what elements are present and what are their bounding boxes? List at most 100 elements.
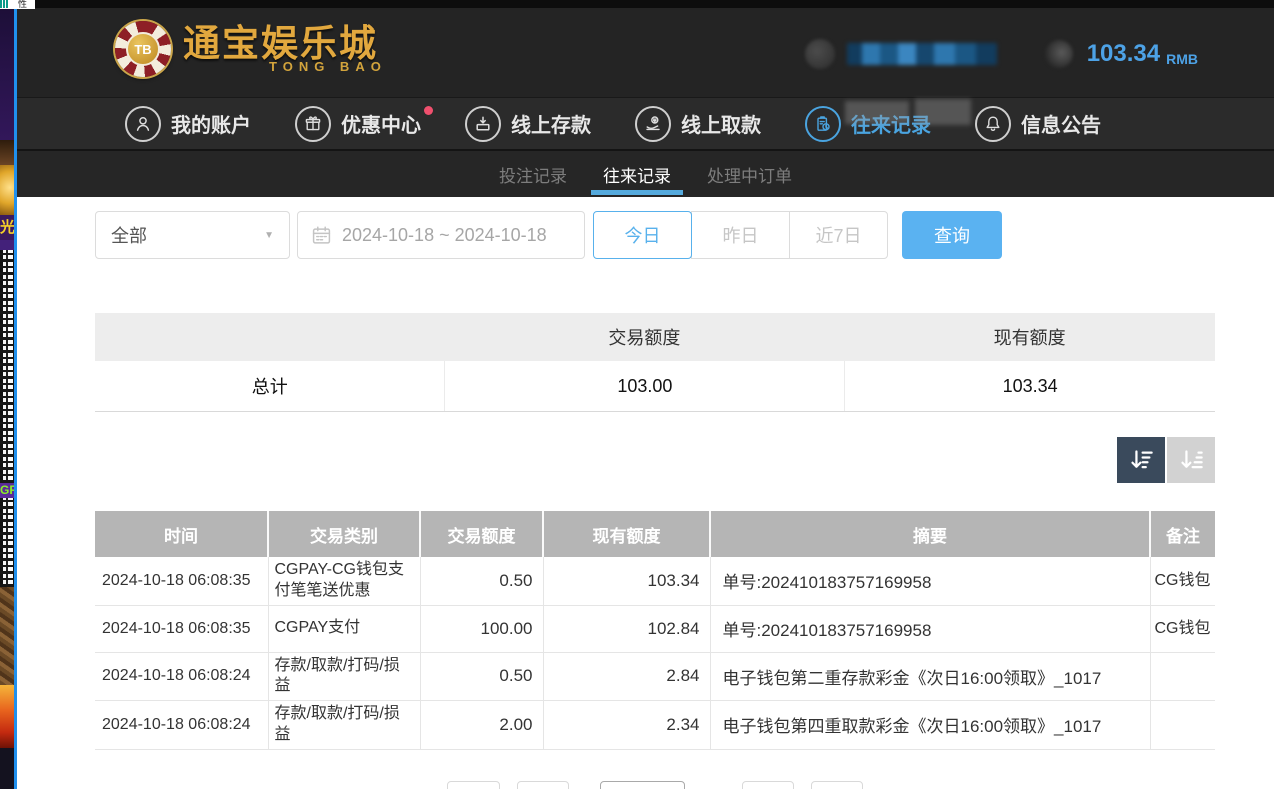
pagination-button-stub[interactable]	[811, 781, 863, 789]
main-nav: 我的账户 优惠中心	[17, 97, 1274, 149]
quick-date-group: 今日 昨日 近7日	[593, 211, 888, 259]
cell-summary: 电子钱包第四重取款彩金《次日16:00领取》_1017	[710, 701, 1150, 750]
cell-amount: 0.50	[420, 557, 543, 605]
nav-item-announcements[interactable]: 信息公告	[975, 106, 1101, 142]
type-select-value: 全部	[111, 222, 147, 248]
cell-note: CG钱包	[1150, 605, 1215, 652]
cell-summary: 电子钱包第二重存款彩金《次日16:00领取》_1017	[710, 652, 1150, 701]
bell-icon	[975, 106, 1011, 142]
nav-label: 信息公告	[1021, 109, 1101, 138]
tab-processing-orders[interactable]: 处理中订单	[707, 151, 792, 197]
pagination-button-stub[interactable]	[742, 781, 794, 789]
sort-descending-button[interactable]	[1117, 437, 1165, 483]
gift-icon	[295, 106, 331, 142]
records-icon	[805, 106, 841, 142]
cell-time: 2024-10-18 06:08:35	[95, 557, 268, 605]
balance-currency: RMB	[1166, 51, 1198, 69]
chevron-down-icon: ▼	[264, 230, 274, 241]
type-select[interactable]: 全部 ▼	[95, 211, 290, 259]
date-range-value: 2024-10-18 ~ 2024-10-18	[342, 225, 547, 246]
cell-balance: 2.84	[543, 652, 710, 701]
cell-type: 存款/取款/打码/损益	[268, 652, 420, 701]
tab-betting-records[interactable]: 投注记录	[499, 151, 567, 197]
nav-item-online-deposit[interactable]: 线上存款	[465, 106, 591, 142]
poker-chip-label: TB	[126, 32, 160, 66]
user-avatar-blurred[interactable]	[805, 39, 835, 69]
deposit-icon	[465, 106, 501, 142]
cell-time: 2024-10-18 06:08:24	[95, 652, 268, 701]
corner-glyph-fragment	[0, 0, 9, 8]
record-tabbar: 投注记录 往来记录 处理中订单	[17, 149, 1274, 197]
date-range-input[interactable]: 2024-10-18 ~ 2024-10-18	[297, 211, 585, 259]
column-header-balance: 现有额度	[543, 511, 710, 557]
redaction-blur-patch	[915, 99, 971, 125]
bg-segment-gold-coin	[0, 165, 14, 215]
summary-total-row: 总计 103.00 103.34	[95, 361, 1215, 412]
quick-button-last7days[interactable]: 近7日	[789, 211, 888, 259]
cell-type: CGPAY支付	[268, 605, 420, 652]
filter-row: 全部 ▼ 2024-10-18 ~ 2024-10-18	[95, 197, 1215, 259]
quick-button-today[interactable]: 今日	[593, 211, 692, 259]
pagination-button-stub[interactable]	[447, 781, 500, 789]
bg-segment-purple2	[0, 240, 14, 250]
redaction-blur-patch	[845, 101, 909, 124]
calendar-icon	[312, 226, 331, 245]
screen: 光 GR 性 TB 通宝娱乐城 TONG BAO	[0, 0, 1274, 789]
cell-summary: 单号:202410183757169958	[710, 605, 1150, 652]
nav-item-my-account[interactable]: 我的账户	[125, 106, 251, 142]
search-button[interactable]: 查询	[902, 211, 1002, 259]
bg-segment-wood	[0, 587, 14, 685]
username-blurred	[847, 43, 997, 65]
sort-controls	[95, 437, 1215, 483]
pagination	[95, 781, 1215, 789]
cell-summary: 单号:202410183757169958	[710, 557, 1150, 605]
pagination-page-select-stub[interactable]	[600, 781, 685, 789]
background-window-titlebar-fragment: 性	[0, 0, 35, 9]
sort-ascending-button[interactable]	[1167, 437, 1215, 483]
summary-header-transaction-amount: 交易额度	[444, 313, 844, 361]
cell-amount: 2.00	[420, 701, 543, 750]
nav-item-online-withdrawal[interactable]: 线上取款	[635, 106, 761, 142]
cell-time: 2024-10-18 06:08:24	[95, 701, 268, 750]
cell-type: 存款/取款/打码/损益	[268, 701, 420, 750]
summary-table: 交易额度 现有额度 总计 103.00 103.34	[95, 313, 1215, 412]
cell-amount: 0.50	[420, 652, 543, 701]
records-header-row: 时间 交易类别 交易额度 现有额度 摘要 备注	[95, 511, 1215, 557]
nav-label: 优惠中心	[341, 109, 421, 138]
table-row: 2024-10-18 06:08:24 存款/取款/打码/损益 2.00 2.3…	[95, 701, 1215, 750]
site-header: TB 通宝娱乐城 TONG BAO 103.34 RMB	[17, 8, 1274, 97]
nav-item-promotions[interactable]: 优惠中心	[295, 106, 421, 142]
bg-segment-purple	[0, 9, 14, 140]
summary-header-empty	[95, 313, 444, 361]
site-logo[interactable]: TB 通宝娱乐城 TONG BAO	[115, 21, 387, 77]
summary-total-transaction-amount: 103.00	[444, 361, 844, 411]
user-area: 103.34 RMB	[805, 39, 1198, 69]
withdraw-icon	[635, 106, 671, 142]
sort-asc-icon	[1178, 447, 1205, 474]
table-row: 2024-10-18 06:08:35 CGPAY支付 100.00 102.8…	[95, 605, 1215, 652]
tab-transaction-records[interactable]: 往来记录	[603, 151, 671, 197]
pagination-button-stub[interactable]	[517, 781, 569, 789]
balance-coin-icon-blurred[interactable]	[1045, 40, 1073, 68]
nav-label: 我的账户	[171, 109, 251, 138]
casino-site-page: TB 通宝娱乐城 TONG BAO 103.34 RMB	[17, 0, 1274, 789]
bg-segment-text: 光	[0, 215, 14, 240]
balance-amount: 103.34	[1087, 42, 1160, 66]
summary-total-label: 总计	[95, 361, 444, 411]
column-header-summary: 摘要	[710, 511, 1150, 557]
bg-segment-dark	[0, 748, 14, 789]
nav-label: 线上取款	[681, 109, 761, 138]
bg-segment-flame	[0, 685, 14, 748]
cell-note	[1150, 652, 1215, 701]
logo-title-cn: 通宝娱乐城	[183, 25, 387, 62]
cell-note: CG钱包	[1150, 557, 1215, 605]
top-strip	[17, 0, 1274, 8]
cell-type: CGPAY-CG钱包支付笔笔送优惠	[268, 557, 420, 605]
quick-button-yesterday[interactable]: 昨日	[691, 211, 790, 259]
poker-chip-icon: TB	[115, 21, 171, 77]
column-header-type: 交易类别	[268, 511, 420, 557]
cell-balance: 2.34	[543, 701, 710, 750]
column-header-amount: 交易额度	[420, 511, 543, 557]
summary-total-current-balance: 103.34	[844, 361, 1215, 411]
summary-header-current-balance: 现有额度	[844, 313, 1215, 361]
